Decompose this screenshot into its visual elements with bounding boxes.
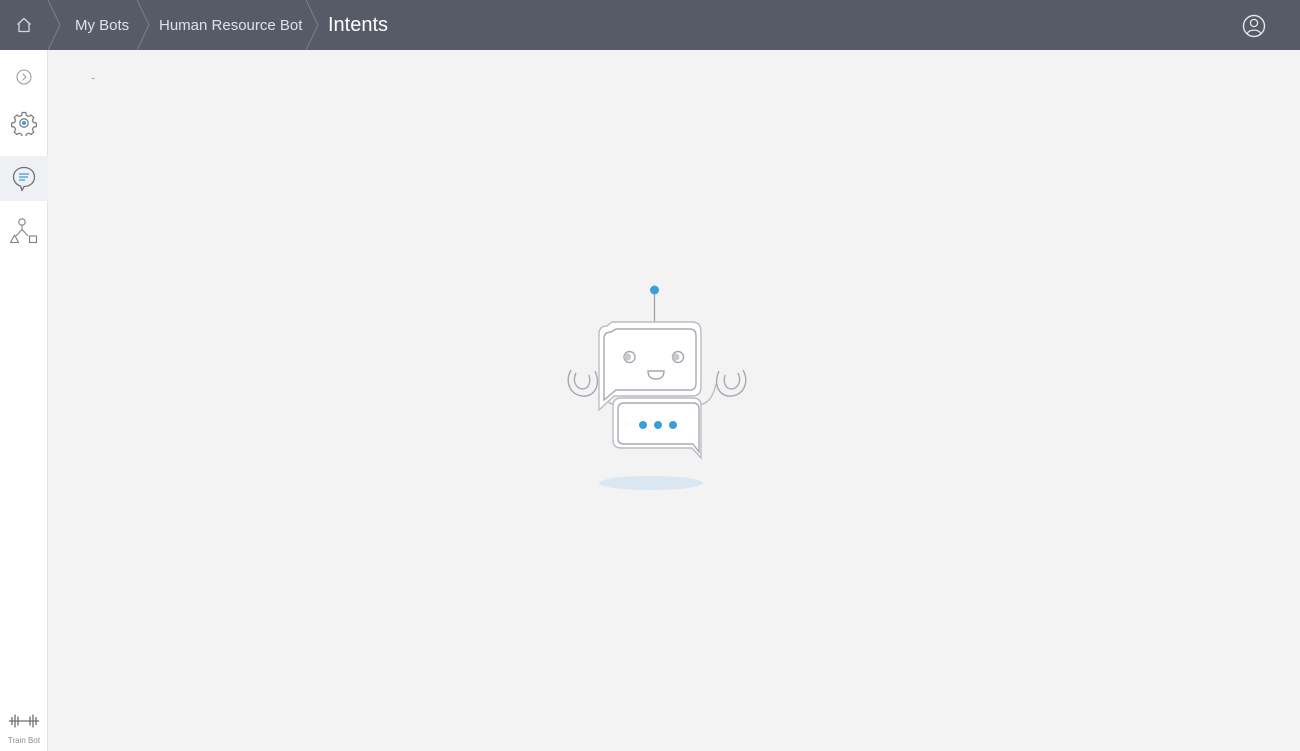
breadcrumb-my-bots[interactable]: My Bots — [75, 0, 129, 50]
main-content: - — [48, 50, 1300, 751]
empty-placeholder-text: - — [91, 70, 96, 85]
user-account-icon — [1242, 14, 1266, 38]
sidebar-item-intents[interactable] — [0, 156, 48, 201]
user-account-button[interactable] — [1240, 12, 1268, 40]
breadcrumb-human-resource-bot[interactable]: Human Resource Bot — [159, 0, 302, 50]
shapes-hierarchy-icon — [9, 218, 38, 244]
train-bot-label: Train Bot — [7, 736, 41, 745]
sidebar-item-flow[interactable] — [0, 208, 48, 254]
breadcrumb-separator — [137, 0, 150, 50]
breadcrumb-separator — [306, 0, 319, 50]
gear-icon — [11, 111, 37, 136]
sidebar-item-settings[interactable] — [0, 100, 48, 146]
chat-bubble-icon — [12, 166, 36, 191]
left-sidebar: Train Bot — [0, 50, 48, 751]
expand-sidebar-button[interactable] — [0, 54, 48, 100]
train-bot-button[interactable] — [0, 706, 48, 736]
page-title: Intents — [328, 14, 389, 36]
home-icon — [17, 17, 31, 33]
top-header: My Bots Human Resource Bot Intents — [0, 0, 1300, 50]
chevron-right-circle-icon — [16, 69, 32, 85]
home-button[interactable] — [0, 0, 48, 50]
robot-loading-illustration — [567, 285, 747, 490]
breadcrumb-separator — [48, 0, 61, 50]
dumbbell-icon — [9, 714, 39, 728]
